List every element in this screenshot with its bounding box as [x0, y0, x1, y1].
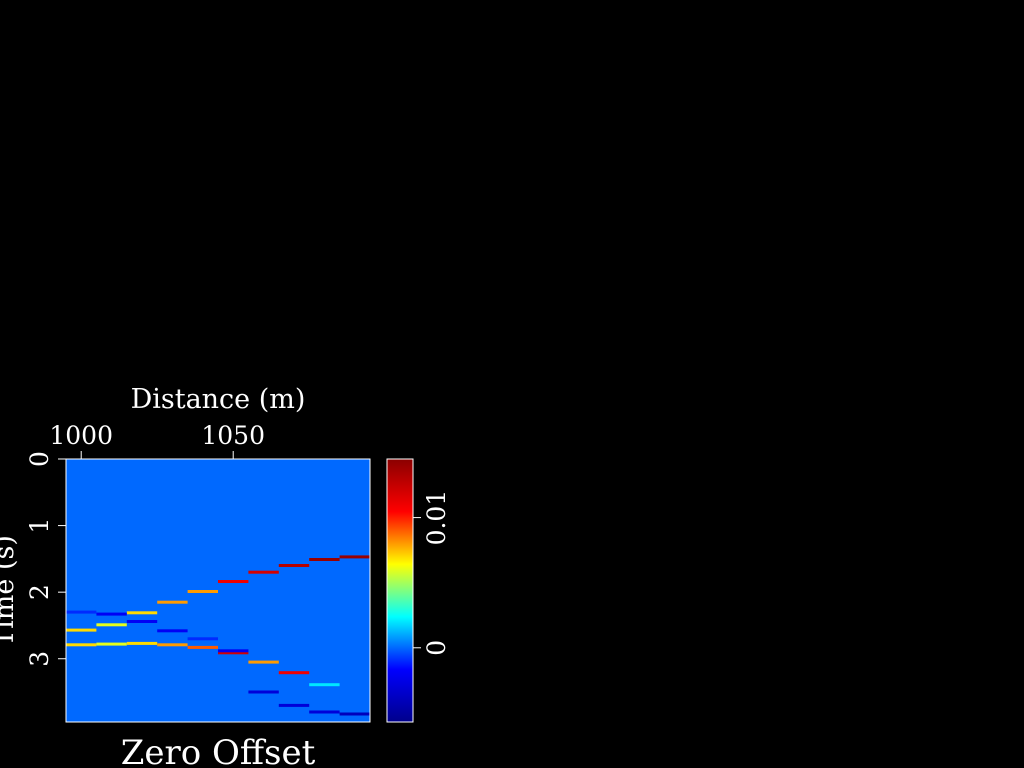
event-3-cell: [248, 690, 279, 694]
x-tick-label: 1000: [49, 421, 113, 450]
event-1-cell: [339, 555, 370, 559]
y-tick-label: 3: [25, 651, 54, 667]
event-3-cell: [187, 637, 218, 641]
x-tick-label: 1050: [201, 421, 265, 450]
event-3-cell: [157, 629, 188, 633]
event-2-cell: [309, 683, 340, 687]
event-3-cell: [218, 649, 249, 653]
y-tick-label: 2: [25, 584, 54, 600]
y-tick-label: 1: [25, 518, 54, 534]
event-3-cell: [126, 620, 158, 623]
event-3-cell: [66, 610, 97, 614]
event-3-cell: [309, 710, 340, 714]
event-2-cell: [126, 641, 158, 645]
event-1-cell: [126, 611, 158, 615]
colorbar-tick-label: 0: [422, 640, 451, 656]
chart: 1000 1050 0 1 2 3 Distance (m) Time (s) Zero…: [0, 384, 451, 768]
chart-title: Zero Offset: [121, 733, 316, 768]
event-3-cell: [96, 612, 127, 616]
event-1-cell: [157, 600, 188, 604]
event-1-cell: [96, 623, 127, 627]
event-1-cell: [66, 628, 97, 632]
event-2-cell: [278, 671, 310, 675]
event-2-cell: [248, 660, 279, 664]
event-1-cell: [248, 570, 279, 574]
x-axis: 1000 1050: [49, 421, 265, 459]
colorbar-axis: 00.01: [413, 490, 451, 656]
y-axis: 0 1 2 3: [25, 451, 66, 667]
event-1-cell: [218, 580, 249, 583]
event-1-cell: [278, 564, 310, 567]
colorbar-tick-label: 0.01: [422, 490, 451, 546]
x-axis-label: Distance (m): [131, 384, 306, 415]
heatmap-panel: [66, 459, 370, 722]
event-2-cell: [187, 645, 218, 649]
colorbar: [386, 458, 414, 723]
event-1-cell: [309, 558, 340, 561]
event-2-cell: [66, 643, 97, 647]
event-2-cell: [157, 643, 188, 647]
event-1-cell: [187, 590, 218, 593]
event-3-cell: [278, 703, 310, 707]
y-axis-label: Time (s): [0, 535, 20, 647]
event-3-cell: [339, 712, 370, 716]
event-2-cell: [339, 696, 370, 700]
y-tick-label: 0: [25, 451, 54, 467]
event-2-cell: [96, 642, 127, 646]
